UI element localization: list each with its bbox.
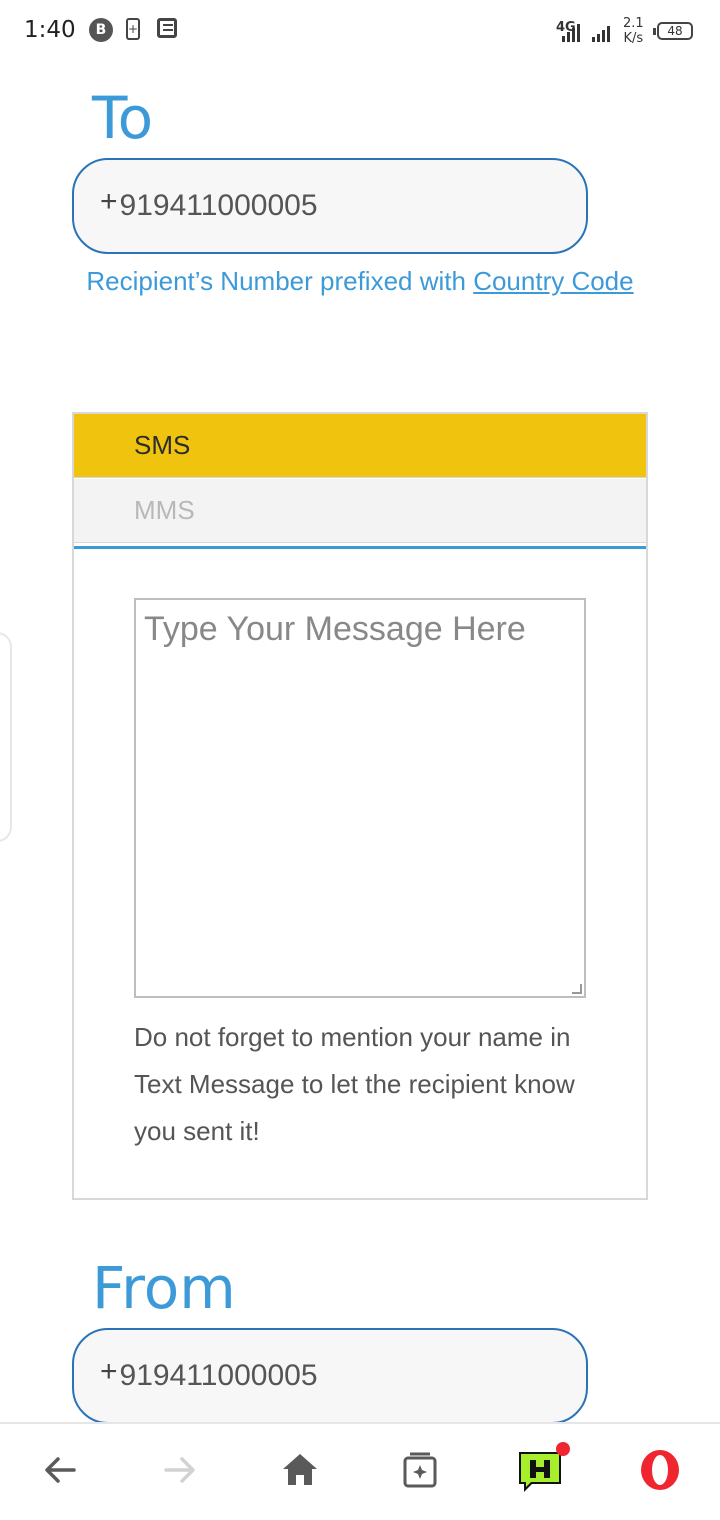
hype-icon[interactable]	[516, 1442, 570, 1494]
back-arrow-icon[interactable]	[36, 1446, 84, 1494]
to-phone-value: 919411000005	[119, 189, 318, 222]
from-phone-value: 919411000005	[119, 1359, 318, 1392]
resize-handle-icon[interactable]	[572, 984, 582, 994]
recipient-helper-text: Recipient’s Number prefixed with Country…	[72, 258, 648, 305]
forward-arrow-icon[interactable]	[156, 1446, 204, 1494]
notes-icon	[157, 18, 177, 38]
battery-saver-icon: +	[126, 18, 140, 40]
tabs-icon[interactable]	[396, 1446, 444, 1494]
message-tabs-panel: SMS MMS Type Your Message Here Do not fo…	[72, 412, 648, 1200]
network-speed: 2.1 K/s	[623, 16, 644, 46]
status-bar: 1:40 B + 4G 2.1 K/s 48	[0, 0, 720, 64]
tab-mms[interactable]: MMS	[74, 479, 646, 543]
phone-prefix: +	[100, 185, 118, 218]
signal-icon	[562, 22, 580, 42]
tab-divider	[74, 546, 646, 549]
from-title: From	[92, 1254, 236, 1322]
opera-icon[interactable]	[636, 1446, 684, 1494]
to-title: To	[92, 84, 154, 152]
side-panel-handle[interactable]	[0, 632, 12, 842]
helper-text: Recipient’s Number prefixed with	[86, 266, 474, 296]
message-textarea[interactable]: Type Your Message Here	[134, 598, 586, 998]
signal-icon-2	[592, 22, 610, 42]
message-placeholder: Type Your Message Here	[144, 610, 526, 648]
browser-bottom-nav	[0, 1422, 720, 1520]
to-phone-input[interactable]: + 919411000005	[72, 158, 588, 254]
phone-prefix: +	[100, 1355, 118, 1388]
country-code-link[interactable]: Country Code	[473, 266, 633, 296]
battery-icon: 48	[653, 22, 693, 40]
message-note: Do not forget to mention your name in Te…	[134, 1022, 575, 1146]
notification-dot	[556, 1442, 570, 1456]
status-time: 1:40	[24, 17, 76, 43]
tab-sms[interactable]: SMS	[74, 414, 646, 478]
b-app-icon: B	[89, 18, 113, 42]
home-icon[interactable]	[276, 1446, 324, 1494]
from-phone-input[interactable]: + 919411000005	[72, 1328, 588, 1424]
